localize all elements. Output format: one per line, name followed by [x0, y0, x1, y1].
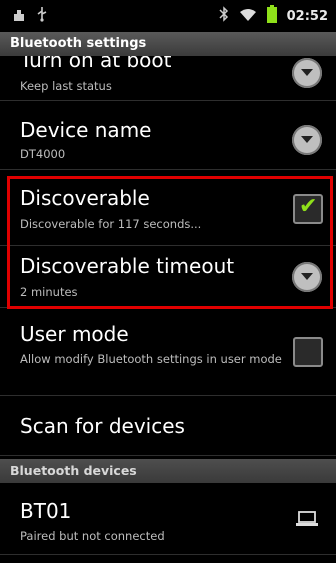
- device-name: BT01: [20, 499, 72, 523]
- laptop-icon: [296, 511, 318, 531]
- status-bar: 02:52: [0, 0, 336, 32]
- discoverable-timeout-title: Discoverable timeout: [20, 254, 235, 278]
- device-name-title: Device name: [20, 118, 152, 142]
- battery-icon: [266, 5, 277, 27]
- bluetooth-icon: [219, 6, 229, 26]
- device-item[interactable]: BT01 Paired but not connected: [0, 483, 336, 555]
- user-mode-checkbox[interactable]: [293, 337, 323, 367]
- turn-on-at-boot-title: Turn on at boot: [20, 56, 172, 72]
- user-mode-title: User mode: [20, 322, 129, 346]
- chevron-down-icon[interactable]: [292, 262, 322, 292]
- device-name-item[interactable]: Device name DT4000: [0, 102, 336, 170]
- turn-on-at-boot-summary: Keep last status: [20, 79, 112, 93]
- discoverable-timeout-item[interactable]: Discoverable timeout 2 minutes: [0, 246, 336, 308]
- scan-for-devices-title: Scan for devices: [20, 414, 185, 438]
- discoverable-item[interactable]: Discoverable Discoverable for 117 second…: [0, 178, 336, 246]
- settings-list[interactable]: Turn on at boot Keep last status Device …: [0, 56, 336, 563]
- wifi-icon: [239, 7, 257, 26]
- device-status: Paired but not connected: [20, 529, 165, 543]
- user-mode-summary: Allow modify Bluetooth settings in user …: [20, 352, 282, 366]
- bluetooth-devices-header: Bluetooth devices: [0, 459, 336, 483]
- scan-for-devices-item[interactable]: Scan for devices: [0, 396, 336, 456]
- usb-icon: [36, 6, 48, 26]
- user-mode-item[interactable]: User mode Allow modify Bluetooth setting…: [0, 310, 336, 396]
- discoverable-checkbox[interactable]: [293, 194, 323, 224]
- page-title: Bluetooth settings: [0, 32, 336, 56]
- chevron-down-icon[interactable]: [292, 125, 322, 155]
- turn-on-at-boot-item[interactable]: Turn on at boot Keep last status: [0, 56, 336, 101]
- device-name-summary: DT4000: [20, 147, 66, 161]
- discoverable-timeout-summary: 2 minutes: [20, 285, 78, 299]
- signal-icon: [12, 7, 26, 26]
- chevron-down-icon[interactable]: [292, 58, 322, 88]
- status-time: 02:52: [286, 8, 328, 24]
- discoverable-title: Discoverable: [20, 186, 150, 210]
- discoverable-summary: Discoverable for 117 seconds...: [20, 217, 202, 231]
